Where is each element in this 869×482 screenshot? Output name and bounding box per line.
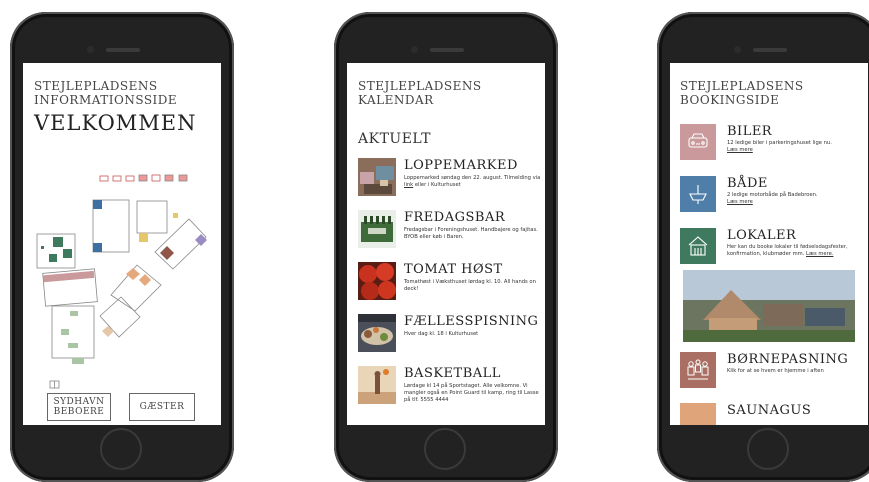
event-desc: Loppemarked søndag den 22. august. Tilme… [404, 175, 541, 188]
event-thumbnail [358, 158, 396, 196]
booking-desc: 2 ledige motorbåde på Badebroen. Læs mere [727, 192, 818, 205]
residents-label-line2: BEBOERE [53, 407, 105, 417]
event-faellesspisning[interactable]: FÆLLESSPISNING Hver dag kl. 18 i Kulturh… [358, 314, 544, 358]
house-icon [680, 228, 716, 264]
read-more-link[interactable]: Læs mere. [806, 251, 833, 257]
phone-frame-booking: STEJLEPLADSENS BOOKINGSIDE BILER 12 ledi… [657, 12, 869, 482]
event-thumbnail [358, 314, 396, 352]
speaker-slot [430, 48, 464, 52]
event-thumbnail [358, 366, 396, 404]
event-fredagsbar[interactable]: FREDAGSBAR Fredagsbar i Foreningshuset. … [358, 210, 544, 254]
camera-dot [734, 46, 741, 53]
home-button[interactable] [424, 428, 466, 470]
boat-icon [680, 176, 716, 212]
event-basketball[interactable]: BASKETBALL Lørdage kl 14 på Sportstaget.… [358, 366, 544, 410]
event-tomat-host[interactable]: TOMAT HØST Tomathøst i Væksthuset lørdag… [358, 262, 544, 306]
residents-button[interactable]: SYDHAVN BEBOERE [47, 393, 111, 421]
booking-title: LOKALER [727, 228, 797, 243]
booking-title: BØRNEPASNING [727, 352, 849, 367]
calendar-kicker-line2: KALENDAR [358, 93, 434, 107]
residents-label-line1: SYDHAVN [53, 397, 105, 407]
venue-photo [683, 270, 855, 342]
guests-button[interactable]: GÆSTER [129, 393, 195, 421]
car-icon [680, 124, 716, 160]
info-kicker-line1: STEJLEPLADSENS [34, 79, 158, 93]
booking-screen: STEJLEPLADSENS BOOKINGSIDE BILER 12 ledi… [670, 63, 868, 425]
event-title: BASKETBALL [404, 366, 501, 381]
sauna-icon [680, 403, 716, 425]
booking-title: BÅDE [727, 176, 768, 191]
event-title: TOMAT HØST [404, 262, 503, 277]
event-desc: Hver dag kl. 18 i Kulturhuset [404, 331, 479, 337]
booking-title: SAUNAGUS [727, 403, 812, 418]
camera-dot [411, 46, 418, 53]
booking-desc: Klik for at se hvem er hjemme i aften [727, 368, 824, 374]
map-top-markers [99, 174, 188, 182]
calendar-kicker-line1: STEJLEPLADSENS [358, 79, 482, 93]
home-button[interactable] [747, 428, 789, 470]
booking-desc: 12 ledige biler i parkeringshuset lige n… [727, 140, 832, 153]
info-kicker-line2: INFORMATIONSSIDE [34, 93, 178, 107]
welcome-heading: VELKOMMEN [34, 111, 197, 135]
event-desc: Tomathøst i Væksthuset lørdag kl. 10. Al… [404, 279, 536, 292]
event-title: FÆLLESSPISNING [404, 314, 539, 329]
booking-title: BILER [727, 124, 773, 139]
section-heading-aktuelt: AKTUELT [358, 131, 431, 147]
info-screen: STEJLEPLADSENS INFORMATIONSSIDE VELKOMME… [23, 63, 221, 425]
calendar-screen: STEJLEPLADSENS KALENDAR AKTUELT LOPPEMAR… [347, 63, 545, 425]
event-desc: Fredagsbar i Foreningshuset. Handbajere … [404, 227, 538, 240]
event-thumbnail [358, 262, 396, 300]
booking-kicker-line2: BOOKINGSIDE [680, 93, 780, 107]
home-button[interactable] [100, 428, 142, 470]
event-thumbnail [358, 210, 396, 248]
family-icon [680, 352, 716, 388]
read-more-link[interactable]: Læs mere [727, 147, 753, 153]
speaker-slot [753, 48, 787, 52]
site-map[interactable] [23, 161, 221, 391]
read-more-link[interactable]: Læs mere [727, 199, 753, 205]
speaker-slot [106, 48, 140, 52]
phone-frame-info: STEJLEPLADSENS INFORMATIONSSIDE VELKOMME… [10, 12, 234, 482]
guests-label: GÆSTER [139, 402, 185, 412]
booking-desc: Her kan du booke lokaler til fødselsdags… [727, 244, 848, 257]
phone-frame-calendar: STEJLEPLADSENS KALENDAR AKTUELT LOPPEMAR… [334, 12, 558, 482]
event-title: FREDAGSBAR [404, 210, 506, 225]
event-title: LOPPEMARKED [404, 158, 518, 173]
camera-dot [87, 46, 94, 53]
event-loppemarked[interactable]: LOPPEMARKED Loppemarked søndag den 22. a… [358, 158, 544, 202]
event-desc: Lørdage kl 14 på Sportstaget. Alle velko… [404, 383, 539, 403]
signup-link[interactable]: link [404, 182, 413, 188]
booking-kicker-line1: STEJLEPLADSENS [680, 79, 804, 93]
